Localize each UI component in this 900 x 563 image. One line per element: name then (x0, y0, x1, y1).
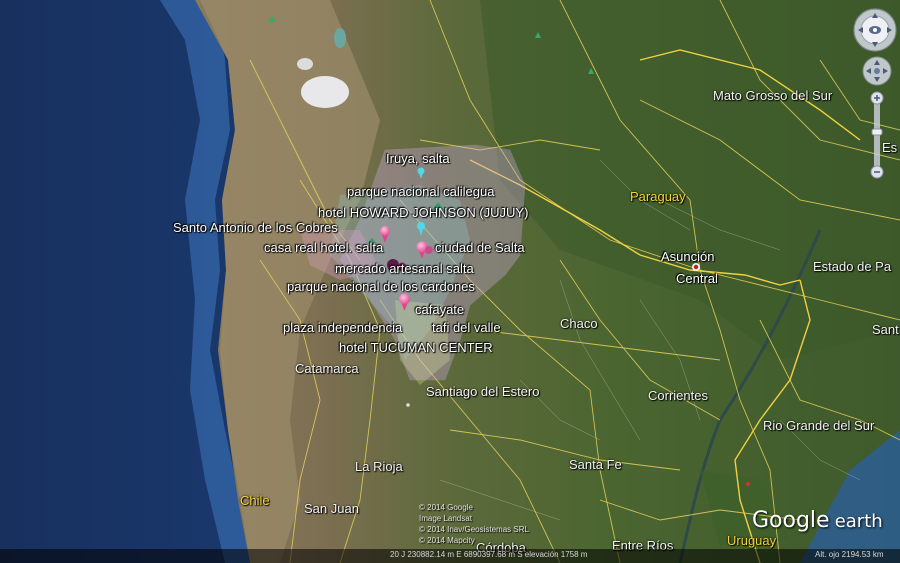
placemark-label[interactable]: ciudad de Salta (435, 241, 525, 255)
placemark-label[interactable]: mercado artesanal salta (335, 262, 474, 276)
placemark-label[interactable]: parque nacional calilegua (347, 185, 494, 199)
region-label: Mato Grosso del Sur (713, 88, 833, 103)
attribution-line: © 2014 Mapcity (419, 536, 475, 545)
country-label: Paraguay (630, 189, 686, 204)
move-control[interactable] (862, 56, 892, 86)
look-control[interactable] (853, 8, 897, 52)
placemark-label[interactable]: casa real hotel. salta (264, 241, 383, 255)
zoom-slider[interactable] (869, 91, 885, 179)
region-label: San Juan (304, 501, 359, 516)
google-earth-logo: Google earth (752, 508, 883, 533)
region-label: Catamarca (295, 361, 359, 376)
coordinates-readout: 20 J 230882.14 m E 6890397.68 m S elevac… (390, 550, 588, 559)
attribution-line: © 2014 Inav/Geosistemas SRL (419, 525, 529, 534)
country-label: Chile (240, 493, 270, 508)
placemark-label[interactable]: cafayate (415, 303, 464, 317)
region-label: Santa Fe (569, 457, 622, 472)
region-label: Corrientes (648, 388, 708, 403)
logo-earth: earth (834, 511, 883, 532)
region-label: Santiago del Estero (426, 384, 540, 399)
region-label: Estado de Pa (813, 259, 892, 274)
attribution-line: © 2014 Google (419, 503, 473, 512)
placemark-label[interactable]: hotel HOWARD JOHNSON (JUJUY) (318, 206, 528, 220)
placemark-label[interactable]: Iruya, salta (386, 152, 450, 166)
region-label: Sant (872, 322, 899, 337)
placemark-label[interactable]: tafi del valle (432, 321, 501, 335)
status-bar: 20 J 230882.14 m E 6890397.68 m S elevac… (0, 549, 900, 563)
attribution-line: Image Landsat (419, 514, 472, 523)
placemark-label[interactable]: plaza independencia (283, 321, 402, 335)
logo-google: Google (752, 508, 830, 533)
region-label: Rio Grande del Sur (763, 418, 875, 433)
placemark-label[interactable]: Santo Antonio de los Cobres (173, 221, 338, 235)
region-label: Chaco (560, 316, 598, 331)
country-label: Uruguay (727, 533, 777, 548)
capital-label: Asunción (661, 249, 715, 264)
capital-sublabel: Central (676, 271, 718, 286)
pin-tucuman[interactable] (406, 403, 410, 407)
placemark-label[interactable]: hotel TUCUMAN CENTER (339, 341, 493, 355)
region-label: La Rioja (355, 459, 403, 474)
eye-altitude-readout: Alt. ojo 2194.53 km (815, 550, 884, 559)
placemark-label[interactable]: parque nacional de los cardones (287, 280, 475, 294)
capital-star-icon (692, 263, 700, 271)
